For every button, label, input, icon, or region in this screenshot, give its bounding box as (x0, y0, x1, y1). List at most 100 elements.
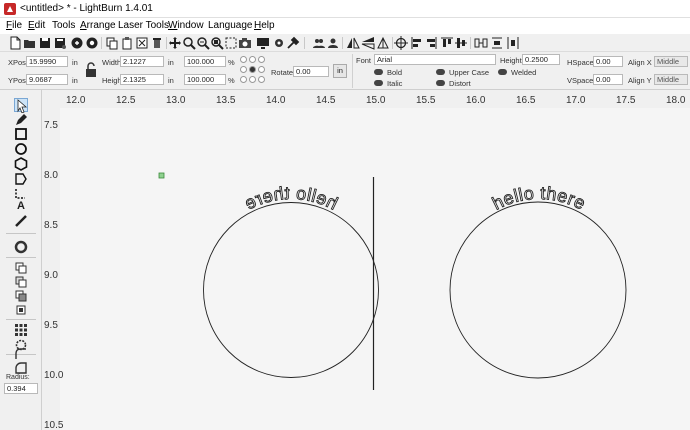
font-select[interactable]: Arial (374, 54, 496, 65)
bold-toggle[interactable] (374, 69, 383, 75)
ruler-x-tick: 15.0 (366, 95, 386, 106)
scale-x-input[interactable]: 100.000 (184, 56, 226, 67)
menu-laser-tools[interactable]: Laser Tools (118, 20, 169, 31)
window-title: <untitled> * - LightBurn 1.4.01 (20, 3, 153, 14)
users-icon[interactable] (312, 36, 326, 50)
boolean-subtract-icon[interactable] (14, 275, 28, 289)
boolean-union-icon[interactable] (14, 261, 28, 275)
align-x-select[interactable]: Middle (654, 56, 688, 67)
group-icon[interactable] (326, 36, 340, 50)
lock-ratio-icon[interactable] (85, 62, 97, 78)
anchor-center[interactable] (249, 66, 256, 73)
upper-case-toggle[interactable] (436, 69, 445, 75)
menu-window[interactable]: Window (168, 20, 204, 31)
right-arc-text-group[interactable]: hello there (489, 183, 589, 215)
anchor-ml[interactable] (240, 66, 247, 73)
height-input[interactable]: 2.1325 (120, 74, 164, 85)
menu-file[interactable]: File (6, 20, 22, 31)
scale-y-percent: % (228, 76, 235, 85)
vspace-input[interactable]: 0.00 (593, 74, 623, 85)
units-toggle-button[interactable]: in (333, 64, 347, 78)
xpos-input[interactable]: 15.9990 (26, 56, 68, 67)
align-icon[interactable] (376, 36, 390, 50)
anchor-br[interactable] (258, 76, 265, 83)
zoom-out-icon[interactable] (196, 36, 210, 50)
menu-arrange[interactable]: Arrange (80, 20, 116, 31)
menu-edit[interactable]: Edit (28, 20, 45, 31)
right-circle[interactable] (449, 201, 627, 379)
hspace-input[interactable]: 0.00 (593, 56, 623, 67)
move-icon[interactable] (168, 36, 182, 50)
weld-icon[interactable] (14, 303, 28, 317)
left-circle[interactable] (203, 202, 379, 378)
text-height-input[interactable]: 0.2500 (522, 54, 560, 65)
cut-icon[interactable] (135, 36, 149, 50)
distribute-space-icon[interactable] (506, 36, 520, 50)
zoom-in-icon[interactable] (182, 36, 196, 50)
save-file-icon[interactable] (38, 36, 52, 50)
grid-array-icon[interactable] (14, 323, 28, 337)
mirror-v-icon[interactable] (361, 36, 375, 50)
select-rect-icon[interactable] (224, 36, 238, 50)
anchor-bl[interactable] (240, 76, 247, 83)
tools-icon[interactable] (286, 36, 300, 50)
align-middle-icon[interactable] (454, 36, 468, 50)
align-right-icon[interactable] (424, 36, 438, 50)
ruler-x-tick: 12.5 (116, 95, 136, 106)
align-y-select[interactable]: Middle (654, 74, 688, 85)
text-tool-icon[interactable]: A (14, 200, 28, 214)
align-left-icon[interactable] (410, 36, 424, 50)
boolean-intersect-icon[interactable] (14, 289, 28, 303)
save-as-icon[interactable] (53, 36, 67, 50)
measure-icon[interactable] (14, 214, 28, 228)
menu-tools[interactable]: Tools (52, 20, 75, 31)
radius-input[interactable]: 0.394 (4, 383, 38, 394)
canvas-drawing[interactable]: 12.0 12.5 13.0 13.5 14.0 14.5 15.0 15.5 … (42, 90, 690, 430)
corner-round-icon[interactable] (14, 361, 28, 375)
design-canvas[interactable]: 12.0 12.5 13.0 13.5 14.0 14.5 15.0 15.5 … (42, 90, 690, 430)
edit-nodes-icon[interactable] (14, 172, 28, 186)
menu-language[interactable]: Language (208, 20, 253, 31)
settings-gear-icon[interactable] (272, 36, 286, 50)
ruler-x-tick: 13.0 (166, 95, 186, 106)
scale-y-input[interactable]: 100.000 (184, 74, 226, 85)
italic-toggle[interactable] (374, 80, 383, 86)
open-file-icon[interactable] (23, 36, 37, 50)
width-input[interactable]: 2.1227 (120, 56, 164, 67)
mirror-h-icon[interactable] (346, 36, 360, 50)
distribute-h-icon[interactable] (474, 36, 488, 50)
anchor-tr[interactable] (258, 56, 265, 63)
target-icon[interactable] (394, 36, 408, 50)
corner-fillet-icon[interactable] (14, 347, 28, 361)
left-arc-text-group[interactable]: hello there (241, 183, 342, 215)
distort-toggle[interactable] (436, 80, 445, 86)
rotate-input[interactable]: 0.00 (293, 66, 329, 77)
select-arrow-icon[interactable] (14, 98, 28, 113)
welded-toggle[interactable] (498, 69, 507, 75)
paste-icon[interactable] (120, 36, 134, 50)
camera-icon[interactable] (238, 36, 252, 50)
copy-icon[interactable] (105, 36, 119, 50)
align-y-label: Align Y (628, 76, 652, 85)
zoom-fit-icon[interactable] (210, 36, 224, 50)
distribute-v-icon[interactable] (490, 36, 504, 50)
monitor-icon[interactable] (256, 36, 270, 50)
close-circle-icon[interactable] (85, 36, 99, 50)
pen-icon[interactable] (14, 113, 28, 127)
anchor-mr[interactable] (258, 66, 265, 73)
anchor-tc[interactable] (249, 56, 256, 63)
new-file-icon[interactable] (8, 36, 22, 50)
selection-marker[interactable] (158, 172, 165, 179)
align-top-icon[interactable] (440, 36, 454, 50)
rectangle-icon[interactable] (14, 127, 28, 141)
import-icon[interactable] (70, 36, 84, 50)
menu-help[interactable]: Help (254, 20, 275, 31)
delete-icon[interactable] (150, 36, 164, 50)
anchor-tl[interactable] (240, 56, 247, 63)
ellipse-icon[interactable] (14, 142, 28, 156)
ypos-input[interactable]: 9.0687 (26, 74, 68, 85)
polygon-icon[interactable] (14, 157, 28, 171)
offset-ring-icon[interactable] (14, 240, 28, 254)
anchor-bc[interactable] (249, 76, 256, 83)
position-laser-icon[interactable] (14, 186, 28, 200)
